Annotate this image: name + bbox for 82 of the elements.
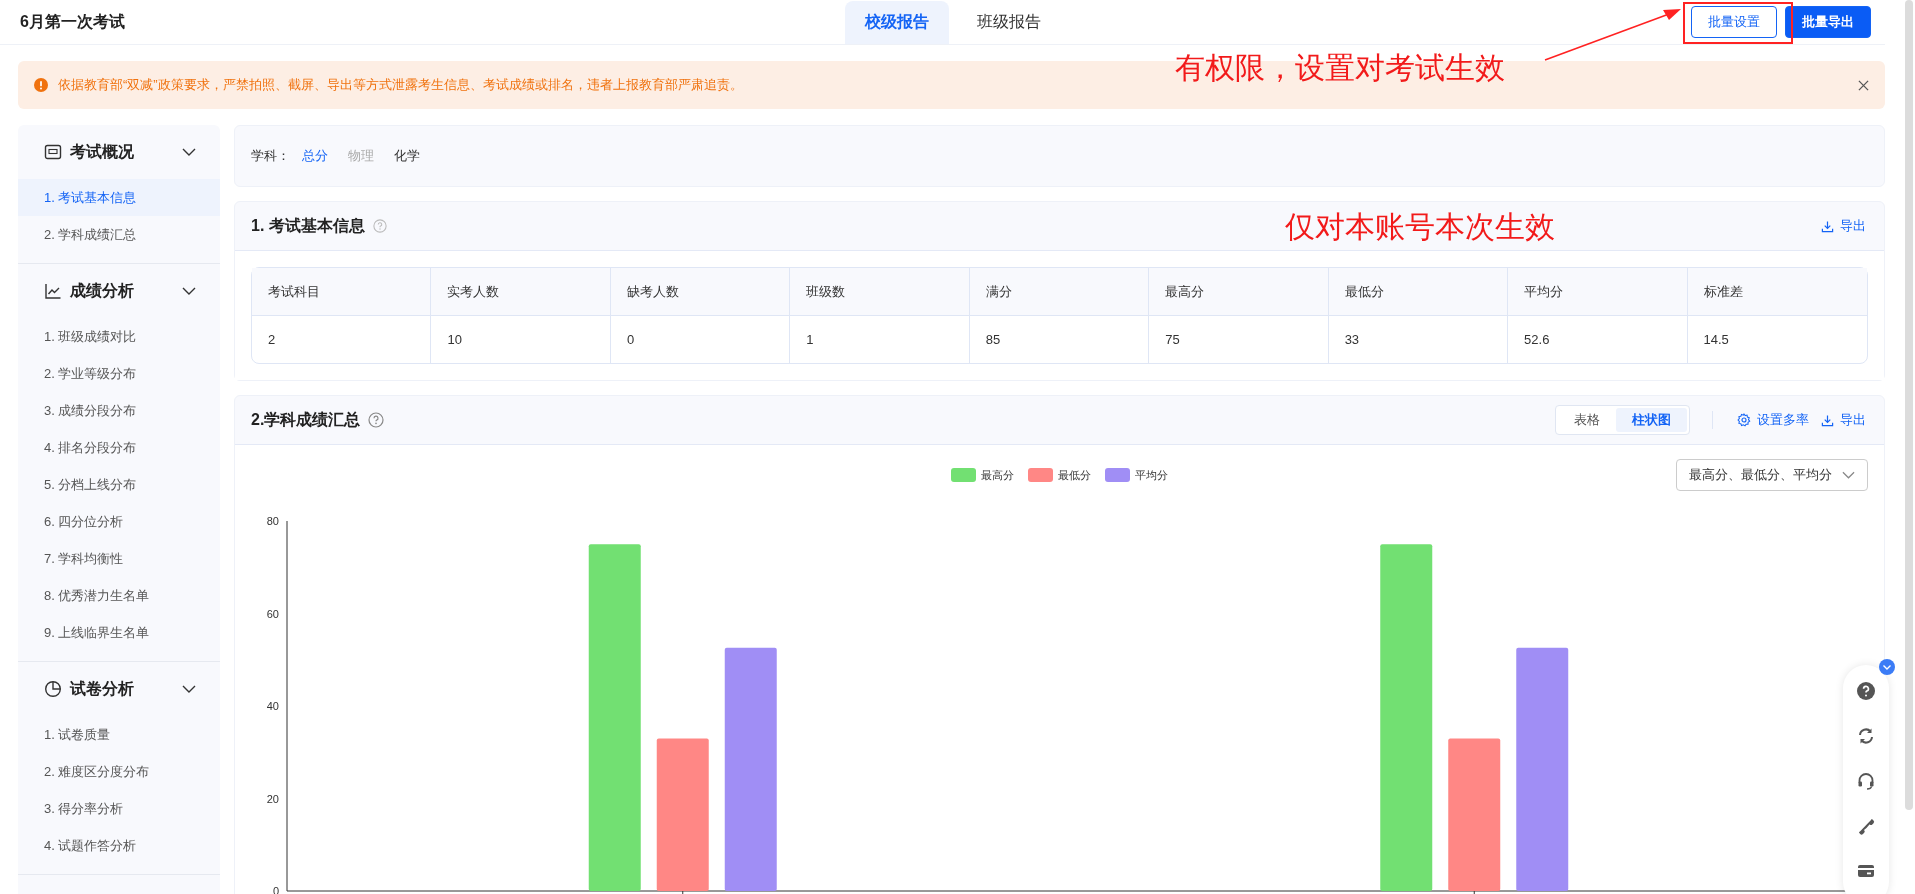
warning-icon — [34, 78, 48, 92]
chevron-icon — [1842, 471, 1855, 479]
sidebar-item[interactable]: 4. 试题作答分析 — [18, 827, 220, 864]
column-header: 最低分 — [1328, 268, 1509, 316]
sidebar-item[interactable]: 8. 优秀潜力生名单 — [18, 577, 220, 614]
sidebar-item[interactable]: 1. 班级成绩对比 — [18, 318, 220, 355]
close-icon[interactable] — [1858, 79, 1869, 91]
series-dropdown[interactable]: 最高分、最低分、平均分 — [1676, 459, 1868, 491]
table-cell: 1 — [790, 316, 970, 363]
column-header: 标准差 — [1687, 268, 1867, 316]
sidebar-item[interactable]: 9. 上线临界生名单 — [18, 614, 220, 651]
y-tick-label: 40 — [266, 700, 279, 712]
chevron-icon[interactable] — [182, 148, 196, 156]
section-title: 1. 考试基本信息 — [251, 215, 365, 236]
refresh-icon[interactable] — [1856, 726, 1876, 746]
table-cell-text: 14.5 — [1702, 331, 1730, 349]
sidebar-item[interactable]: 2. 学科成绩汇总 — [18, 216, 220, 253]
report-tab[interactable]: 班级报告 — [957, 1, 1061, 44]
headset-icon[interactable] — [1856, 771, 1876, 791]
annotation-text: 仅对本账号本次生效 — [1285, 209, 1555, 245]
table-cell: 85 — [969, 316, 1150, 363]
export-link[interactable]: 导出 — [1819, 217, 1868, 235]
column-header: 班级数 — [790, 268, 970, 316]
subject-option[interactable]: 总分 — [302, 147, 328, 165]
line-chart-icon — [44, 282, 62, 300]
table-cell: 33 — [1328, 316, 1509, 363]
download-icon — [1821, 413, 1834, 427]
section-heading: 考试概况 — [70, 141, 134, 162]
legend-swatch — [1105, 468, 1130, 482]
help-icon[interactable] — [368, 412, 385, 428]
y-tick-label: 60 — [266, 607, 279, 620]
download-icon — [1821, 219, 1834, 233]
legend-swatch — [1028, 468, 1053, 482]
sidebar-item[interactable]: 4. 排名分段分布 — [18, 429, 220, 466]
legend-label: 最低分 — [1058, 467, 1091, 483]
legend-label: 平均分 — [1135, 467, 1168, 483]
report-title: 6月第一次考试 — [20, 11, 125, 32]
table-cell: 0 — [610, 316, 791, 363]
sidebar-item[interactable]: 5. 分档上线分布 — [18, 466, 220, 503]
sidebar-item[interactable]: 6. 四分位分析 — [18, 503, 220, 540]
section-heading: 成绩分析 — [70, 280, 134, 301]
column-header: 缺考人数 — [610, 268, 791, 316]
sidebar-item[interactable]: 2. 难度区分度分布 — [18, 753, 220, 790]
column-header: 满分 — [969, 268, 1150, 316]
help-icon[interactable] — [1856, 681, 1876, 701]
legend-label: 最高分 — [981, 467, 1014, 483]
table-cell: 75 — [1149, 316, 1329, 363]
sidebar-item[interactable]: 1. 试卷质量 — [18, 716, 220, 753]
view-toggle-option[interactable]: 表格 — [1558, 408, 1616, 432]
batch-export-button[interactable]: 批量导出 — [1785, 6, 1871, 38]
batch-settings-button[interactable]: 批量设置 — [1691, 6, 1777, 38]
section-heading: 试卷分析 — [70, 678, 134, 699]
column-header: 实考人数 — [431, 268, 611, 316]
table-cell: 52.6 — [1508, 316, 1688, 363]
sidebar-item[interactable]: 7. 学科均衡性 — [18, 540, 220, 577]
pie-chart-icon — [44, 680, 62, 698]
settings-icon — [1737, 413, 1751, 427]
settings-link[interactable]: 设置多率 — [1735, 411, 1811, 429]
annotation-text: 有权限，设置对考试生效 — [1175, 50, 1505, 86]
legend-swatch — [951, 468, 976, 482]
chevron-icon[interactable] — [182, 287, 196, 295]
column-header: 平均分 — [1508, 268, 1688, 316]
notice-text: 依据教育部“双减”政策要求，严禁拍照、截屏、导出等方式泄露考生信息、考试成绩或排名，违者上报教育部严肃追责。 — [58, 76, 743, 94]
table-cell: 2 — [252, 316, 432, 363]
column-header: 最高分 — [1149, 268, 1329, 316]
score-card-icon — [44, 143, 62, 161]
y-tick-label: 20 — [266, 792, 279, 805]
collapse-icon[interactable] — [1879, 659, 1895, 675]
chevron-icon[interactable] — [182, 685, 196, 693]
section-title: 2.学科成绩汇总 — [251, 409, 361, 430]
sidebar-item[interactable]: 2. 学业等级分布 — [18, 355, 220, 392]
sidebar-item[interactable]: 3. 成绩分段分布 — [18, 392, 220, 429]
subject-label: 学科： — [251, 147, 290, 165]
column-header: 考试科目 — [252, 268, 432, 316]
export-link[interactable]: 导出 — [1819, 411, 1868, 429]
subject-option[interactable]: 化学 — [394, 147, 420, 165]
report-tab[interactable]: 校级报告 — [845, 1, 949, 44]
table-cell: 10 — [431, 316, 611, 363]
y-tick-label: 80 — [266, 515, 279, 527]
sidebar-item[interactable]: 1. 考试基本信息 — [18, 179, 220, 216]
sidebar-item[interactable]: 3. 得分率分析 — [18, 790, 220, 827]
view-toggle-option[interactable]: 柱状图 — [1616, 408, 1687, 432]
